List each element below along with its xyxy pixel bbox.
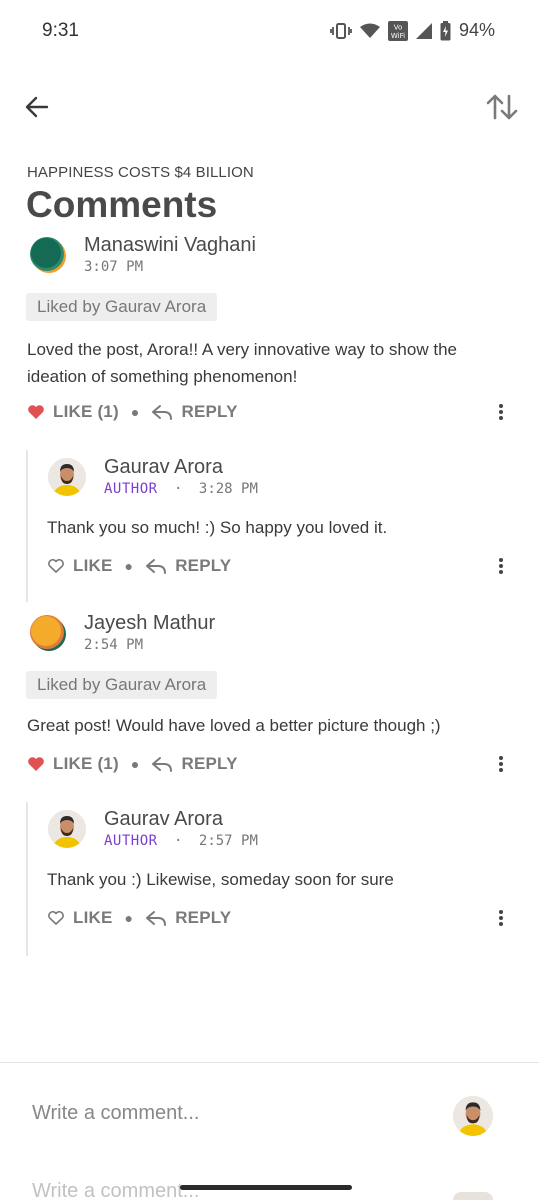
status-icons: Vo WiFi 94%: [330, 20, 495, 41]
more-options-button[interactable]: [493, 400, 509, 424]
vibrate-icon: [330, 22, 352, 40]
commenter-name[interactable]: Manaswini Vaghani: [84, 234, 256, 257]
avatar-ghost: [453, 1192, 493, 1200]
reply-actions: LIKE ● REPLY: [47, 906, 231, 930]
reply-time: 2:57 PM: [198, 833, 258, 849]
comment-input[interactable]: Write a comment...: [32, 1102, 199, 1125]
sort-button[interactable]: [485, 90, 519, 124]
avatar: [48, 458, 86, 496]
vowifi-label-bottom: WiFi: [391, 32, 405, 40]
vowifi-icon: Vo WiFi: [387, 20, 408, 41]
wifi-icon: [359, 23, 380, 39]
reply-icon: [146, 559, 167, 574]
reply-icon: [152, 757, 173, 772]
comment-actions: LIKE (1) ● REPLY: [27, 400, 238, 424]
reply-button[interactable]: REPLY: [151, 754, 237, 774]
comment-text-line: Loved the post, Arora!! A very innovativ…: [27, 340, 457, 359]
battery-percentage: 94%: [458, 20, 495, 40]
like-label: LIKE: [73, 908, 113, 927]
reply-text: Thank you so much! :) So happy you loved…: [47, 518, 388, 537]
comment-actions: LIKE (1) ● REPLY: [27, 752, 238, 776]
reply-text: Thank you :) Likewise, someday soon for …: [47, 870, 394, 889]
separator-dot: ●: [130, 404, 140, 420]
heart-filled-icon: [28, 757, 44, 771]
like-button[interactable]: LIKE (1): [27, 754, 119, 774]
home-indicator[interactable]: [180, 1185, 352, 1190]
more-vert-icon: [499, 558, 503, 574]
reply-meta: AUTHOR · 3:28 PM: [104, 481, 258, 497]
composer-ghost-text: Write a comment...: [32, 1180, 200, 1200]
status-bar: 9:31 Vo WiFi 94%: [0, 0, 539, 64]
more-options-button[interactable]: [493, 752, 509, 776]
heart-outline-icon: [48, 911, 64, 925]
avatar: [48, 810, 86, 848]
comment-text: Loved the post, Arora!! A very innovativ…: [27, 336, 517, 390]
more-options-button[interactable]: [493, 906, 509, 930]
liked-by-badge: Liked by Gaurav Arora: [26, 293, 218, 321]
battery-icon: [440, 20, 451, 41]
reply-time: 3:28 PM: [198, 481, 258, 497]
heart-outline-icon: [48, 559, 64, 573]
like-label: LIKE (1): [53, 754, 119, 773]
page-title: Comments: [26, 184, 218, 225]
author-badge: AUTHOR: [104, 481, 158, 497]
reply-button[interactable]: REPLY: [145, 908, 231, 928]
comment-text: Great post! Would have loved a better pi…: [27, 712, 517, 739]
comment-time: 2:54 PM: [84, 637, 144, 653]
reply-button[interactable]: REPLY: [151, 402, 237, 422]
meta-separator: ·: [174, 481, 183, 497]
reply-actions: LIKE ● REPLY: [47, 554, 231, 578]
reply-comment: Gaurav Arora AUTHOR · 2:57 PM Thank you …: [26, 802, 539, 956]
like-button[interactable]: LIKE: [47, 556, 113, 576]
more-vert-icon: [499, 404, 503, 420]
separator-dot: ●: [124, 910, 134, 926]
top-app-bar: [0, 84, 539, 128]
liked-by-badge: Liked by Gaurav Arora: [26, 671, 218, 699]
more-options-button[interactable]: [493, 554, 509, 578]
comment-2: Jayesh Mathur 2:54 PM Liked by Gaurav Ar…: [0, 610, 539, 956]
comment-1: Manaswini Vaghani 3:07 PM Liked by Gaura…: [0, 232, 539, 602]
reply-label: REPLY: [175, 908, 232, 927]
more-vert-icon: [499, 910, 503, 926]
commenter-name[interactable]: Jayesh Mathur: [84, 612, 215, 635]
comment-time: 3:07 PM: [84, 259, 144, 275]
heart-filled-icon: [28, 405, 44, 419]
arrow-left-icon: [25, 96, 49, 118]
meta-separator: ·: [174, 833, 183, 849]
reply-label: REPLY: [175, 556, 232, 575]
like-label: LIKE: [73, 556, 113, 575]
comment-text-line: Great post! Would have loved a better pi…: [27, 716, 441, 735]
reply-button[interactable]: REPLY: [145, 556, 231, 576]
more-vert-icon: [499, 756, 503, 772]
sort-icon: [486, 94, 518, 120]
status-time: 9:31: [42, 20, 79, 41]
reply-meta: AUTHOR · 2:57 PM: [104, 833, 258, 849]
avatar: [28, 234, 68, 274]
separator-dot: ●: [124, 558, 134, 574]
author-name[interactable]: Gaurav Arora: [104, 808, 223, 831]
comment-text-line: ideation of something phenomenon!: [27, 367, 298, 386]
like-button[interactable]: LIKE: [47, 908, 113, 928]
reply-comment: Gaurav Arora AUTHOR · 3:28 PM Thank you …: [26, 450, 539, 602]
composer-divider: [0, 1062, 539, 1063]
separator-dot: ●: [130, 756, 140, 772]
like-label: LIKE (1): [53, 402, 119, 421]
author-name[interactable]: Gaurav Arora: [104, 456, 223, 479]
reply-label: REPLY: [181, 402, 238, 421]
reply-label: REPLY: [181, 754, 238, 773]
avatar: [453, 1096, 493, 1136]
back-button[interactable]: [20, 90, 54, 124]
vowifi-label-top: Vo: [394, 23, 403, 31]
reply-icon: [146, 911, 167, 926]
author-badge: AUTHOR: [104, 833, 158, 849]
avatar: [28, 612, 68, 652]
reply-icon: [152, 405, 173, 420]
like-button[interactable]: LIKE (1): [27, 402, 119, 422]
signal-icon: [415, 22, 432, 39]
post-subtitle: HAPPINESS COSTS $4 BILLION: [27, 164, 254, 181]
